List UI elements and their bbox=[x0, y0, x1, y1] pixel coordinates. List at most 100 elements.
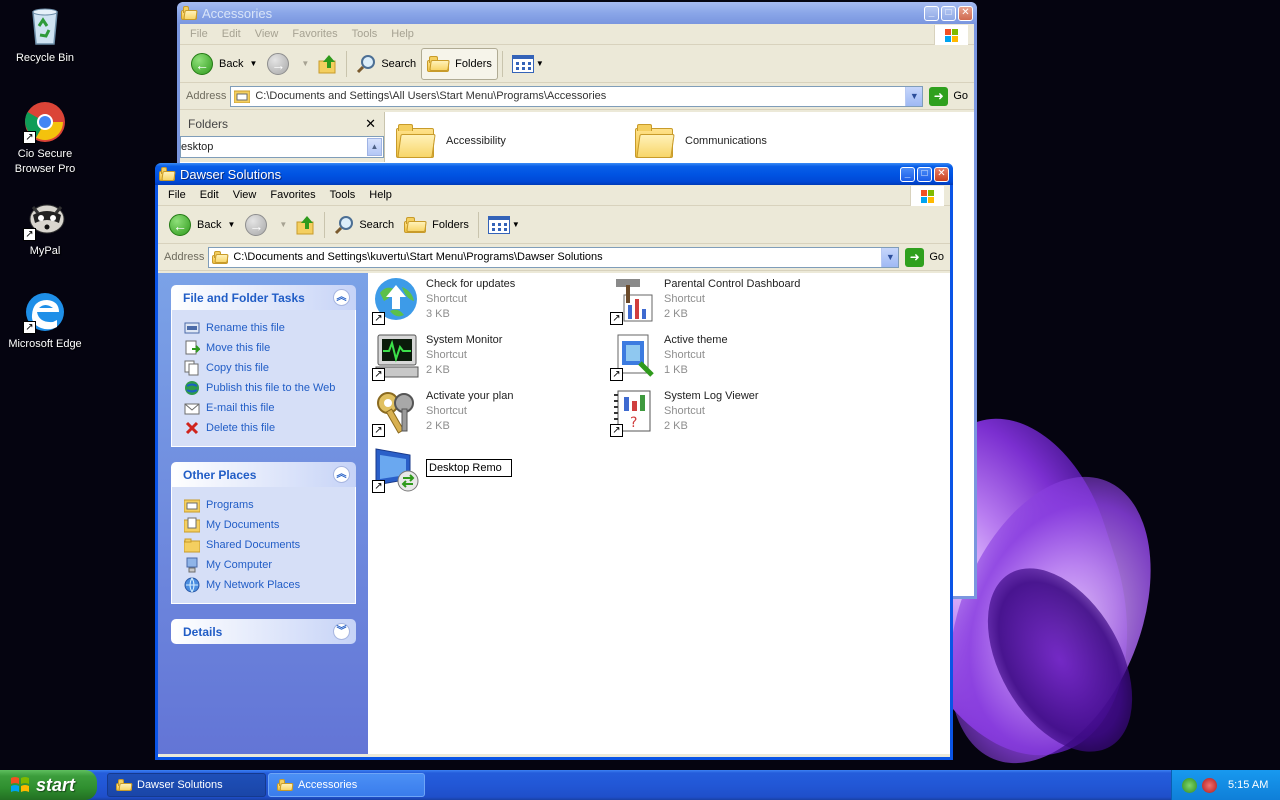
desktop-icon-mypal[interactable]: ↗ MyPal bbox=[1, 197, 89, 259]
shortcut-arrow-icon: ↗ bbox=[372, 312, 385, 325]
task-copy-file[interactable]: Copy this file bbox=[184, 358, 355, 378]
menu-file[interactable]: File bbox=[184, 28, 216, 40]
go-button[interactable]: ➜ Go bbox=[905, 247, 944, 267]
desktop-icon-recycle-bin[interactable]: Recycle Bin bbox=[1, 4, 89, 66]
menu-help[interactable]: Help bbox=[385, 28, 422, 40]
folders-icon bbox=[427, 55, 450, 72]
views-button[interactable]: ▼ bbox=[507, 48, 549, 80]
place-programs[interactable]: Programs bbox=[183, 495, 355, 515]
address-dropdown-icon[interactable]: ▼ bbox=[881, 247, 899, 267]
dawser-titlebar[interactable]: Dawser Solutions _ □ ✕ bbox=[155, 163, 953, 185]
menu-view[interactable]: View bbox=[249, 28, 287, 40]
place-shared-documents[interactable]: Shared Documents bbox=[183, 535, 355, 555]
folders-button[interactable]: Folders bbox=[399, 209, 474, 241]
menu-favorites[interactable]: Favorites bbox=[286, 28, 345, 40]
edge-icon: ↗ bbox=[23, 290, 67, 334]
raccoon-icon: ↗ bbox=[23, 197, 67, 241]
task-rename-file[interactable]: Rename this file bbox=[184, 318, 355, 338]
collapse-chevron-icon[interactable]: ︽ bbox=[333, 289, 350, 306]
minimize-button[interactable]: _ bbox=[924, 5, 939, 21]
close-icon[interactable]: ✕ bbox=[365, 116, 376, 132]
minimize-button[interactable]: _ bbox=[900, 166, 915, 182]
panel-header[interactable]: Other Places ︽ bbox=[171, 462, 356, 487]
tree-item[interactable]: esktop bbox=[181, 141, 213, 153]
up-folder-icon[interactable] bbox=[295, 214, 317, 236]
folder-item-communications[interactable]: Communications bbox=[635, 124, 767, 158]
go-button[interactable]: ➜ Go bbox=[929, 86, 968, 106]
file-item-desktop-remote[interactable]: ↗ Desktop Remo bbox=[372, 445, 512, 493]
task-delete-file[interactable]: Delete this file bbox=[184, 418, 355, 438]
chevron-down-icon[interactable]: ▼ bbox=[249, 59, 257, 68]
folders-tree[interactable]: esktop ▲ bbox=[180, 136, 384, 158]
toolbar: ← Back ▼ → ▼ Search Folders ▼ bbox=[180, 45, 974, 83]
file-item-active-theme[interactable]: ↗ Active theme Shortcut 1 KB bbox=[610, 333, 728, 381]
back-button[interactable]: ← Back ▼ bbox=[186, 48, 262, 80]
place-my-computer[interactable]: My Computer bbox=[184, 555, 355, 575]
back-button[interactable]: ← Back ▼ bbox=[164, 209, 240, 241]
place-label: My Network Places bbox=[206, 579, 301, 591]
panel-header[interactable]: File and Folder Tasks ︽ bbox=[171, 285, 356, 310]
clock[interactable]: 5:15 AM bbox=[1228, 779, 1268, 791]
forward-button[interactable]: → ▼ bbox=[262, 48, 314, 80]
menu-tools[interactable]: Tools bbox=[324, 189, 364, 201]
menu-file[interactable]: File bbox=[162, 189, 194, 201]
task-move-file[interactable]: Move this file bbox=[184, 338, 355, 358]
maximize-button[interactable]: □ bbox=[917, 166, 932, 182]
maximize-button[interactable]: □ bbox=[941, 5, 956, 21]
folders-button[interactable]: Folders bbox=[421, 47, 498, 80]
security-shield-icon[interactable] bbox=[1202, 777, 1217, 793]
menu-view[interactable]: View bbox=[227, 189, 265, 201]
close-button[interactable]: ✕ bbox=[958, 5, 973, 21]
accessories-titlebar[interactable]: Accessories _ □ ✕ bbox=[177, 2, 977, 24]
address-dropdown-icon[interactable]: ▼ bbox=[905, 86, 923, 106]
task-email-file[interactable]: E-mail this file bbox=[184, 398, 355, 418]
place-my-network-places[interactable]: My Network Places bbox=[184, 575, 355, 595]
file-item-activate-plan[interactable]: ↗ Activate your plan Shortcut 2 KB bbox=[372, 389, 513, 437]
task-publish-file[interactable]: Publish this file to the Web bbox=[184, 378, 355, 398]
desktop-icon-microsoft-edge[interactable]: ↗ Microsoft Edge bbox=[1, 290, 89, 352]
menu-tools[interactable]: Tools bbox=[346, 28, 386, 40]
file-item-check-for-updates[interactable]: ↗ Check for updates Shortcut 3 KB bbox=[372, 277, 515, 325]
dawser-solutions-window[interactable]: Dawser Solutions _ □ ✕ File Edit View Fa… bbox=[155, 163, 953, 760]
place-my-documents[interactable]: My Documents bbox=[183, 515, 355, 535]
chevron-down-icon[interactable]: ▼ bbox=[536, 59, 544, 68]
keys-icon: ↗ bbox=[372, 389, 420, 437]
go-arrow-icon: ➜ bbox=[905, 247, 925, 267]
menu-favorites[interactable]: Favorites bbox=[264, 189, 323, 201]
menu-edit[interactable]: Edit bbox=[194, 189, 227, 201]
details-panel: Details ︾ bbox=[171, 619, 356, 644]
file-item-parental-control[interactable]: ↗ Parental Control Dashboard Shortcut 2 … bbox=[610, 277, 800, 325]
file-item-system-monitor[interactable]: ↗ System Monitor Shortcut 2 KB bbox=[372, 333, 502, 381]
chevron-down-icon[interactable]: ▼ bbox=[512, 220, 520, 229]
search-button[interactable]: Search bbox=[351, 48, 421, 80]
collapse-chevron-icon[interactable]: ︽ bbox=[333, 466, 350, 483]
file-type: Shortcut bbox=[664, 349, 705, 361]
desktop-icon-label: Cio Secure Browser Pro bbox=[14, 148, 76, 175]
file-list-area[interactable]: ↗ Check for updates Shortcut 3 KB ↗ Pare… bbox=[368, 273, 950, 754]
address-input[interactable]: C:\Documents and Settings\kuvertu\Start … bbox=[208, 246, 900, 268]
network-tray-icon[interactable] bbox=[1182, 777, 1197, 793]
search-button[interactable]: Search bbox=[329, 209, 399, 241]
menu-edit[interactable]: Edit bbox=[216, 28, 249, 40]
expand-chevron-icon[interactable]: ︾ bbox=[333, 623, 350, 640]
up-folder-icon[interactable] bbox=[317, 53, 339, 75]
rename-input[interactable]: Desktop Remo bbox=[426, 459, 512, 477]
forward-button[interactable]: → ▼ bbox=[240, 209, 292, 241]
folder-item-accessibility[interactable]: Accessibility bbox=[396, 124, 506, 158]
close-button[interactable]: ✕ bbox=[934, 166, 949, 182]
file-item-system-log-viewer[interactable]: ? ↗ System Log Viewer Shortcut 2 KB bbox=[610, 389, 759, 437]
start-button[interactable]: start bbox=[0, 770, 97, 800]
views-button[interactable]: ▼ bbox=[483, 209, 525, 241]
file-name: System Monitor bbox=[426, 334, 503, 346]
chevron-down-icon[interactable]: ▼ bbox=[227, 220, 235, 229]
panel-header[interactable]: Details ︾ bbox=[171, 619, 356, 644]
address-label: Address bbox=[164, 251, 205, 263]
taskbar-item-dawser-solutions[interactable]: Dawser Solutions bbox=[107, 773, 266, 797]
address-input[interactable]: C:\Documents and Settings\All Users\Star… bbox=[230, 85, 924, 107]
desktop-icon-cio-browser[interactable]: ↗ Cio Secure Browser Pro bbox=[1, 100, 89, 177]
scroll-up-icon[interactable]: ▲ bbox=[367, 138, 382, 156]
taskbar-item-accessories[interactable]: Accessories bbox=[268, 773, 425, 797]
panel-title: Details bbox=[183, 624, 223, 639]
panel-title: Other Places bbox=[183, 467, 257, 482]
menu-help[interactable]: Help bbox=[363, 189, 400, 201]
